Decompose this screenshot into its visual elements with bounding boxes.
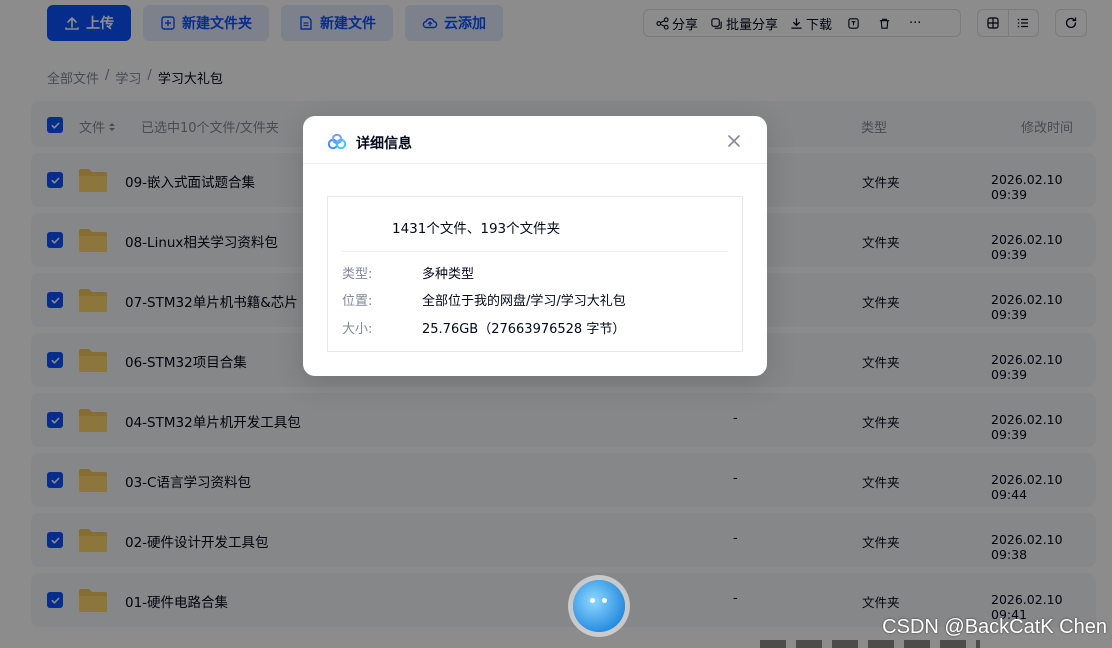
detail-row-type: 类型: 多种类型 [342, 263, 474, 282]
detail-value: 多种类型 [422, 267, 475, 282]
details-dialog: 详细信息 1431个文件、193个文件夹 类型: 多种类型 位置: 全部位于我的… [303, 116, 767, 376]
detail-label: 位置: [342, 294, 373, 309]
details-summary: 1431个文件、193个文件夹 [392, 221, 561, 237]
mascot-eye [590, 598, 595, 603]
detail-row-location: 位置: 全部位于我的网盘/学习/学习大礼包 [342, 290, 626, 309]
app-logo-icon [327, 134, 347, 150]
detail-value: 全部位于我的网盘/学习/学习大礼包 [422, 294, 626, 309]
details-info-box: 1431个文件、193个文件夹 类型: 多种类型 位置: 全部位于我的网盘/学习… [327, 196, 743, 352]
close-icon[interactable] [727, 134, 741, 148]
dialog-header: 详细信息 [303, 116, 767, 164]
detail-value: 25.76GB（27663976528 字节） [422, 322, 626, 337]
dialog-title: 详细信息 [356, 136, 412, 152]
detail-row-size: 大小: 25.76GB（27663976528 字节） [342, 318, 625, 337]
assistant-mascot-icon[interactable] [573, 580, 625, 632]
mascot-eye [602, 598, 607, 603]
detail-label: 类型: [342, 267, 373, 282]
watermark: CSDN @BackCatK Chen [882, 616, 1107, 638]
divider [342, 251, 728, 252]
partial-content-strip [760, 640, 980, 648]
detail-label: 大小: [342, 322, 373, 337]
